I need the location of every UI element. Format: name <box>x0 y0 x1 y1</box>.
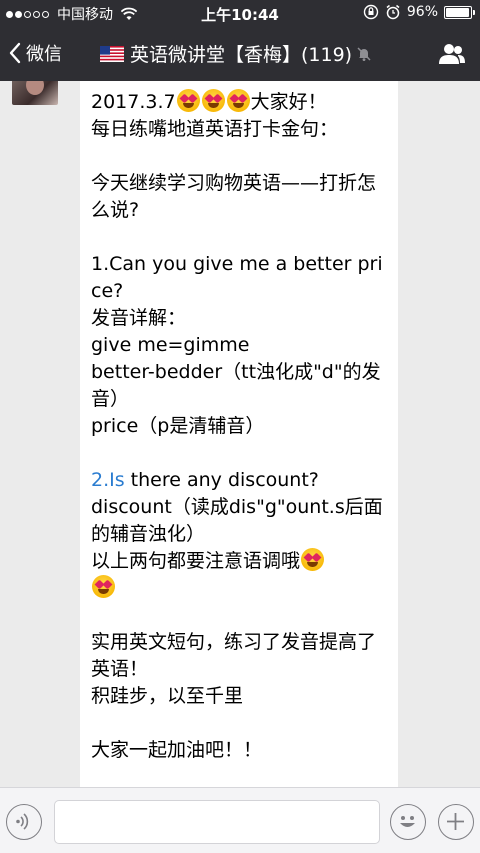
us-flag-icon <box>100 45 124 62</box>
msg-line: price（p是清辅音） <box>91 415 265 437</box>
heart-eyes-emoji-icon <box>301 548 325 571</box>
msg-line: give me=gimme <box>91 334 250 356</box>
msg-line: 大家一起加油吧！！ <box>91 739 263 761</box>
msg-greeting: 大家好！ <box>250 91 327 113</box>
msg-line: discount（读成dis"g"ount.s后面的辅音浊化） <box>91 496 383 545</box>
chat-area[interactable]: 2017.3.7 大家好！ 每日练嘴地道英语打卡金句： 今天继续学习购物英语——打… <box>0 81 480 787</box>
chat-title-text: 英语微讲堂【香梅】(119) <box>130 44 353 66</box>
chat-title: 英语微讲堂【香梅】(119) <box>100 40 372 67</box>
status-bar: 中国移动 上午10:44 96% <box>0 0 480 26</box>
heart-eyes-emoji-icon <box>226 89 250 112</box>
message-text: 2017.3.7 大家好！ 每日练嘴地道英语打卡金句： 今天继续学习购物英语——打… <box>91 89 391 764</box>
msg-line: 1.Can you give me a better price? <box>91 253 383 302</box>
msg-line: better-bedder（tt浊化成"d"的发音） <box>91 361 381 410</box>
input-bar <box>0 787 480 853</box>
msg-line: 每日练嘴地道英语打卡金句： <box>91 118 339 140</box>
nav-bar: 微信 英语微讲堂【香梅】(119) <box>0 26 480 81</box>
back-label: 微信 <box>26 44 62 65</box>
mute-icon <box>356 46 372 62</box>
alarm-icon <box>385 4 401 20</box>
msg-line: 今天继续学习购物英语——打折怎么说? <box>91 172 377 221</box>
message-input[interactable] <box>54 800 380 844</box>
heart-eyes-emoji-icon <box>176 89 200 112</box>
group-members-icon[interactable] <box>438 43 466 65</box>
sender-avatar[interactable] <box>12 81 58 105</box>
msg-line: 以上两句都要注意语调哦 <box>91 550 301 572</box>
battery-level <box>446 7 470 17</box>
battery-percent: 96% <box>406 4 438 20</box>
voice-icon[interactable] <box>6 804 42 840</box>
chevron-left-icon <box>8 42 22 64</box>
msg-line: 积跬步，以至千里 <box>91 685 244 707</box>
message-bubble[interactable]: 2017.3.7 大家好！ 每日练嘴地道英语打卡金句： 今天继续学习购物英语——打… <box>80 81 398 787</box>
emoji-icon[interactable] <box>390 804 426 840</box>
rotation-lock-icon <box>363 4 379 20</box>
heart-eyes-emoji-icon <box>201 89 225 112</box>
heart-eyes-emoji-icon <box>92 575 115 598</box>
msg-date: 2017.3.7 <box>91 91 176 113</box>
status-right: 96% <box>363 4 475 20</box>
plus-icon[interactable] <box>438 804 474 840</box>
back-button[interactable]: 微信 <box>8 40 62 66</box>
battery-icon <box>444 5 475 19</box>
msg-line: 实用英文短句，练习了发音提高了英语！ <box>91 631 377 680</box>
msg-link[interactable]: 2.Is <box>91 469 125 491</box>
msg-line: 发音详解： <box>91 307 187 329</box>
msg-line: there any discount? <box>124 469 319 491</box>
